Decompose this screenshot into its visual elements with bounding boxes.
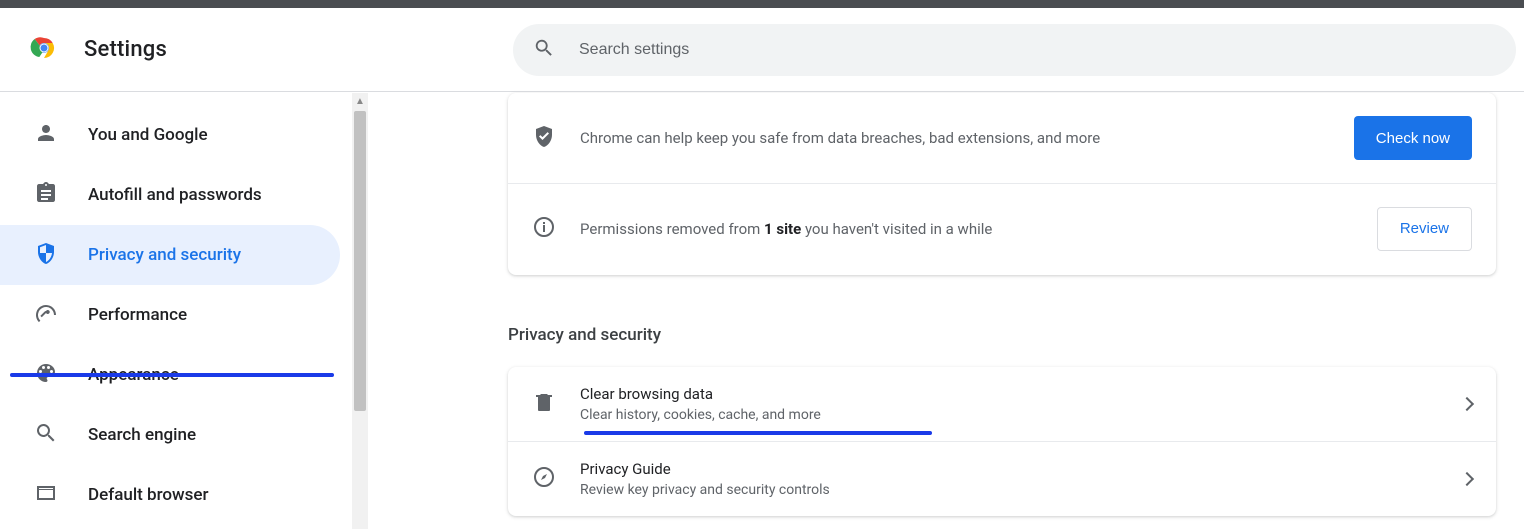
privacy-guide-row[interactable]: Privacy Guide Review key privacy and sec…	[508, 441, 1496, 516]
search-bar[interactable]	[513, 24, 1516, 76]
search-icon	[34, 421, 58, 450]
section-heading: Privacy and security	[508, 325, 661, 345]
safety-check-row: Chrome can help keep you safe from data …	[508, 93, 1496, 183]
perm-suffix: you haven't visited in a while	[801, 220, 992, 238]
perm-prefix: Permissions removed from	[580, 220, 764, 238]
speedometer-icon	[34, 301, 58, 330]
compass-icon	[532, 465, 556, 493]
safety-check-card: Chrome can help keep you safe from data …	[508, 93, 1496, 275]
sidebar-item-label: Performance	[88, 305, 187, 325]
sidebar-item-label: You and Google	[88, 125, 208, 145]
annotation-underline	[10, 373, 334, 377]
main-content: Chrome can help keep you safe from data …	[368, 93, 1524, 529]
privacy-section-card: Clear browsing data Clear history, cooki…	[508, 367, 1496, 516]
permissions-text: Permissions removed from 1 site you have…	[580, 220, 1353, 238]
sidebar-item-search-engine[interactable]: Search engine	[0, 405, 340, 465]
chrome-logo-icon	[28, 32, 60, 68]
row-desc: Clear history, cookies, cache, and more	[580, 407, 1438, 423]
assignment-icon	[34, 181, 58, 210]
sidebar-item-label: Default browser	[88, 485, 209, 505]
sidebar: You and Google Autofill and passwords Pr…	[0, 93, 352, 529]
person-icon	[34, 121, 58, 150]
scroll-thumb[interactable]	[354, 111, 366, 411]
sidebar-item-performance[interactable]: Performance	[0, 285, 340, 345]
check-now-button[interactable]: Check now	[1354, 116, 1472, 160]
sidebar-item-label: Search engine	[88, 425, 196, 445]
search-input[interactable]	[579, 41, 1496, 59]
scroll-up-icon[interactable]: ▲	[352, 96, 368, 107]
sidebar-scrollbar[interactable]: ▲	[352, 93, 368, 529]
sidebar-item-label: Privacy and security	[88, 245, 241, 265]
sidebar-item-privacy-security[interactable]: Privacy and security	[0, 225, 340, 285]
perm-count: 1 site	[764, 220, 801, 238]
safety-check-text: Chrome can help keep you safe from data …	[580, 129, 1330, 147]
trash-icon	[532, 390, 556, 418]
list-text: Privacy Guide Review key privacy and sec…	[580, 460, 1438, 498]
permissions-row: Permissions removed from 1 site you have…	[508, 183, 1496, 273]
browser-icon	[34, 481, 58, 510]
row-desc: Review key privacy and security controls	[580, 482, 1438, 498]
browser-chrome-strip	[0, 0, 1524, 8]
row-title: Privacy Guide	[580, 460, 1438, 478]
header-left: Settings	[0, 32, 167, 68]
search-wrap	[513, 24, 1516, 76]
clear-browsing-data-row[interactable]: Clear browsing data Clear history, cooki…	[508, 367, 1496, 441]
page-title: Settings	[84, 37, 167, 62]
sidebar-item-you-and-google[interactable]: You and Google	[0, 105, 340, 165]
info-icon	[532, 215, 556, 243]
shield-check-icon	[532, 124, 556, 152]
sidebar-item-default-browser[interactable]: Default browser	[0, 465, 340, 525]
sidebar-item-label: Autofill and passwords	[88, 185, 262, 205]
chevron-right-icon	[1460, 472, 1474, 486]
header: Settings	[0, 8, 1524, 92]
search-icon	[533, 37, 555, 63]
list-text: Clear browsing data Clear history, cooki…	[580, 385, 1438, 423]
sidebar-item-autofill[interactable]: Autofill and passwords	[0, 165, 340, 225]
chevron-right-icon	[1460, 397, 1474, 411]
annotation-underline	[584, 431, 932, 435]
review-button[interactable]: Review	[1377, 207, 1472, 251]
shield-icon	[34, 241, 58, 270]
row-title: Clear browsing data	[580, 385, 1438, 403]
